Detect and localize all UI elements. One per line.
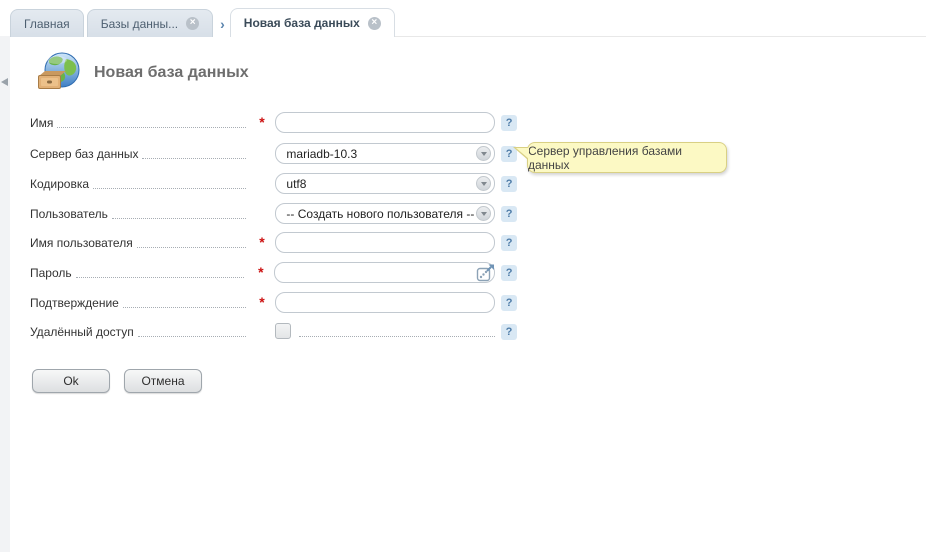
db-server-select[interactable]: mariadb-10.3 bbox=[275, 143, 495, 164]
page-header: Новая база данных bbox=[36, 50, 249, 96]
tab-label: Базы данны... bbox=[101, 17, 178, 31]
required-marker: * bbox=[247, 262, 274, 283]
help-icon[interactable]: ? bbox=[501, 235, 517, 251]
encoding-select[interactable]: utf8 bbox=[275, 173, 495, 194]
field-label: Удалённый доступ bbox=[30, 323, 134, 342]
help-icon[interactable]: ? bbox=[501, 115, 517, 131]
ok-button[interactable]: Ok bbox=[32, 369, 110, 393]
select-value: mariadb-10.3 bbox=[286, 147, 357, 161]
form-row-name: Имя * ? bbox=[30, 112, 517, 133]
tabbar-baseline bbox=[364, 36, 926, 37]
chevron-right-icon: › bbox=[220, 16, 225, 32]
field-label: Имя пользователя bbox=[30, 234, 133, 253]
field-label: Пароль bbox=[30, 264, 72, 283]
field-label: Сервер баз данных bbox=[30, 145, 138, 164]
field-label: Имя bbox=[30, 114, 53, 133]
form-row-password: Пароль * ? bbox=[30, 262, 517, 283]
field-label: Подтверждение bbox=[30, 294, 119, 313]
dotted-leader bbox=[299, 336, 495, 337]
dotted-leader bbox=[112, 218, 246, 219]
generate-password-dice-icon[interactable] bbox=[476, 263, 495, 282]
confirm-password-input[interactable] bbox=[275, 292, 495, 313]
form-row-user: Пользователь -- Создать нового пользоват… bbox=[30, 203, 517, 224]
tooltip-db-server: Сервер управления базами данных bbox=[527, 142, 727, 173]
name-input[interactable] bbox=[275, 112, 495, 133]
required-marker: * bbox=[249, 112, 276, 133]
password-input[interactable] bbox=[274, 262, 495, 283]
tooltip-text: Сервер управления базами данных bbox=[528, 144, 726, 172]
chevron-down-icon[interactable] bbox=[476, 206, 491, 221]
field-label: Пользователь bbox=[30, 205, 108, 224]
dotted-leader bbox=[138, 336, 246, 337]
tab-label: Главная bbox=[24, 17, 70, 31]
help-icon[interactable]: ? bbox=[501, 324, 517, 340]
tab-bar: Главная Базы данны... × › Новая база дан… bbox=[10, 8, 398, 37]
username-input[interactable] bbox=[275, 232, 495, 253]
form-row-username: Имя пользователя * ? bbox=[30, 232, 517, 253]
page-title: Новая база данных bbox=[94, 64, 249, 82]
tab-new-database[interactable]: Новая база данных × bbox=[230, 8, 395, 37]
dotted-leader bbox=[93, 188, 246, 189]
chevron-down-icon[interactable] bbox=[476, 176, 491, 191]
tab-label: Новая база данных bbox=[244, 16, 360, 30]
help-icon[interactable]: ? bbox=[501, 295, 517, 311]
close-icon[interactable]: × bbox=[368, 17, 381, 30]
left-gutter bbox=[0, 36, 10, 552]
close-icon[interactable]: × bbox=[186, 17, 199, 30]
required-marker: * bbox=[249, 232, 276, 253]
form-row-confirm: Подтверждение * ? bbox=[30, 292, 517, 313]
dotted-leader bbox=[57, 127, 245, 128]
form-row-db-server: Сервер баз данных mariadb-10.3 ? bbox=[30, 143, 517, 164]
collapse-arrow-icon[interactable] bbox=[1, 78, 8, 86]
cancel-button[interactable]: Отмена bbox=[124, 369, 202, 393]
tab-databases[interactable]: Базы данны... × bbox=[87, 9, 213, 37]
help-icon[interactable]: ? bbox=[501, 176, 517, 192]
help-icon[interactable]: ? bbox=[501, 206, 517, 222]
help-icon[interactable]: ? bbox=[501, 265, 517, 281]
dotted-leader bbox=[123, 307, 246, 308]
dotted-leader bbox=[142, 158, 245, 159]
dotted-leader bbox=[76, 277, 245, 278]
tab-main[interactable]: Главная bbox=[10, 9, 84, 37]
remote-access-checkbox[interactable] bbox=[275, 323, 291, 339]
user-select[interactable]: -- Создать нового пользователя -- bbox=[275, 203, 495, 224]
select-value: -- Создать нового пользователя -- bbox=[286, 207, 474, 221]
select-value: utf8 bbox=[286, 177, 306, 191]
dotted-leader bbox=[137, 247, 246, 248]
required-marker: * bbox=[249, 292, 276, 313]
form-row-encoding: Кодировка utf8 ? bbox=[30, 173, 517, 194]
app-window: Главная Базы данны... × › Новая база дан… bbox=[0, 0, 926, 552]
chevron-down-icon[interactable] bbox=[476, 146, 491, 161]
form-row-remote-access: Удалённый доступ ? bbox=[30, 321, 517, 342]
field-label: Кодировка bbox=[30, 175, 89, 194]
globe-database-icon bbox=[36, 50, 82, 96]
